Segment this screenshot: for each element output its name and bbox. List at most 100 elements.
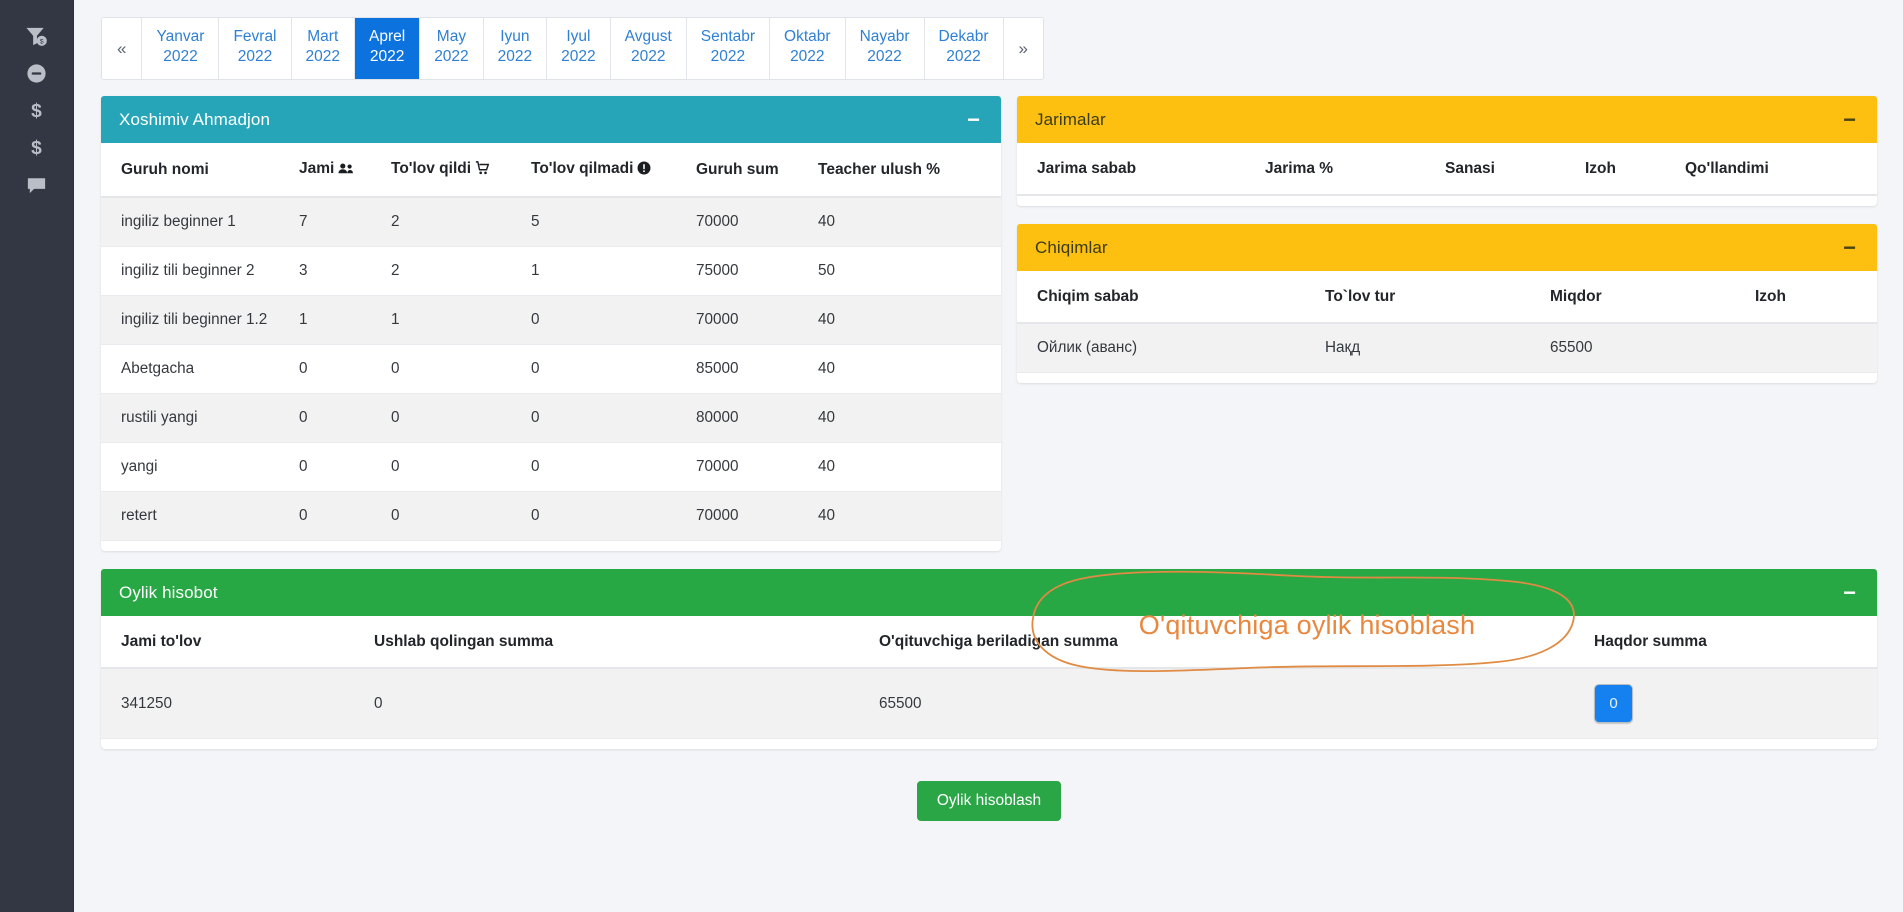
month-tab-avgust[interactable]: Avgust 2022 <box>610 18 687 79</box>
month-year: 2022 <box>710 48 746 65</box>
cell-group: yangi <box>101 442 291 492</box>
col-oqituvchiga-beriladigan: O'qituvchiga beriladigan summa <box>871 616 1586 669</box>
col-izoh: Izoh <box>1747 271 1877 324</box>
month-tab-aprel[interactable]: Aprel 2022 <box>355 18 421 79</box>
month-tab-fevral[interactable]: Fevral 2022 <box>219 18 292 79</box>
collapse-icon[interactable]: − <box>1840 581 1859 603</box>
col-haqdor-summa: Haqdor summa <box>1586 616 1877 669</box>
chiqimlar-card: Chiqimlar − Chiqim sabab To`lov tur Miqd… <box>1017 224 1877 383</box>
table-row[interactable]: rustili yangi 0 0 0 80000 40 <box>101 393 1001 443</box>
collapse-icon[interactable]: − <box>964 108 983 130</box>
cell-haqdor <box>1586 668 1877 739</box>
month-tab-mart[interactable]: Mart 2022 <box>291 18 355 79</box>
cell-jami: 0 <box>291 442 383 492</box>
cell-group: retert <box>101 491 291 541</box>
jarimalar-title: Jarimalar <box>1035 109 1106 129</box>
col-tolov-qildi: To'lov qildi <box>383 143 523 198</box>
col-tolov-tur: To`lov tur <box>1317 271 1542 324</box>
table-row[interactable]: ingiliz tili beginner 1.2 1 1 0 70000 40 <box>101 295 1001 345</box>
report-card-header: Oylik hisobot − <box>101 569 1877 616</box>
cell-share: 40 <box>810 344 1001 394</box>
sidebar-item-comment[interactable] <box>0 166 74 203</box>
table-row[interactable]: Ойлик (аванс) Нақд 65500 <box>1017 323 1877 373</box>
cell-share: 50 <box>810 246 1001 296</box>
footer-actions: Oylik hisoblash <box>101 781 1877 821</box>
col-label: Jami <box>299 160 335 177</box>
cell-unpaid: 0 <box>523 442 688 492</box>
table-row[interactable]: ingiliz tili beginner 2 3 2 1 75000 50 <box>101 246 1001 296</box>
report-table: Jami to'lov Ushlab qolingan summa O'qitu… <box>101 616 1877 739</box>
cell-jami: 0 <box>291 393 383 443</box>
month-name: Oktabr <box>784 28 831 45</box>
cell-share: 40 <box>810 393 1001 443</box>
cell-paid: 0 <box>383 393 523 443</box>
table-body: 341250 0 65500 <box>101 668 1877 739</box>
cell-group: Abetgacha <box>101 344 291 394</box>
month-tab-iyul[interactable]: Iyul 2022 <box>547 18 611 79</box>
cell-paid: 1 <box>383 295 523 345</box>
month-name: Avgust <box>624 28 672 45</box>
cell-paid: 0 <box>383 491 523 541</box>
month-prev-button[interactable]: « <box>102 18 143 79</box>
table-head: Jami to'lov Ushlab qolingan summa O'qitu… <box>101 616 1877 669</box>
cell-share: 40 <box>810 197 1001 247</box>
cell-chiqim-amount: 65500 <box>1542 323 1747 373</box>
month-tab-iyun[interactable]: Iyun 2022 <box>483 18 548 79</box>
sidebar-item-dollar-alt[interactable]: $ <box>0 129 74 166</box>
sidebar-item-minus-circle[interactable] <box>0 55 74 92</box>
collapse-icon[interactable]: − <box>1840 236 1859 258</box>
chiqimlar-table: Chiqim sabab To`lov tur Miqdor Izoh Ойли… <box>1017 271 1877 373</box>
table-row[interactable]: ingiliz beginner 1 7 2 5 70000 40 <box>101 197 1001 247</box>
right-column: Jarimalar − Jarima sabab Jarima % Sanasi… <box>1017 96 1877 673</box>
haqdor-summa-input[interactable] <box>1594 684 1633 723</box>
cell-unpaid: 0 <box>523 491 688 541</box>
month-tab-sentabr[interactable]: Sentabr 2022 <box>686 18 771 79</box>
chiqimlar-title: Chiqimlar <box>1035 237 1108 257</box>
table-row[interactable]: retert 0 0 0 70000 40 <box>101 491 1001 541</box>
month-name: Iyun <box>500 28 530 45</box>
month-year: 2022 <box>163 48 198 65</box>
cell-unpaid: 1 <box>523 246 688 296</box>
exclamation-circle-icon <box>637 161 651 180</box>
oylik-hisoblash-button[interactable]: Oylik hisoblash <box>916 781 1062 821</box>
collapse-icon[interactable]: − <box>1840 108 1859 130</box>
month-year: 2022 <box>790 48 825 65</box>
cell-chiqim-reason: Ойлик (аванс) <box>1017 323 1317 373</box>
month-tab-dekabr[interactable]: Dekabr 2022 <box>924 18 1004 79</box>
month-year: 2022 <box>630 48 666 65</box>
col-label: To'lov qilmadi <box>531 160 634 177</box>
sidebar-item-dollar[interactable]: $ <box>0 92 74 129</box>
cell-share: 40 <box>810 491 1001 541</box>
dollar-sign-icon: $ <box>25 99 48 122</box>
minus-circle-icon <box>25 62 48 85</box>
month-tab-may[interactable]: May 2022 <box>420 18 484 79</box>
funnel-dollar-icon: $ <box>25 25 48 48</box>
table-row[interactable]: 341250 0 65500 <box>101 668 1877 739</box>
table-row[interactable]: yangi 0 0 0 70000 40 <box>101 442 1001 492</box>
cell-ushlab-qolingan: 0 <box>366 668 871 739</box>
month-name: Iyul <box>566 28 591 45</box>
dollar-sign-alt-icon: $ <box>25 136 48 159</box>
cell-sum: 85000 <box>688 344 810 394</box>
month-name: Aprel <box>369 28 406 45</box>
sidebar-item-funnel-dollar[interactable]: $ <box>0 18 74 55</box>
table-row[interactable]: Abetgacha 0 0 0 85000 40 <box>101 344 1001 394</box>
month-name: Fevral <box>233 28 277 45</box>
month-year: 2022 <box>369 48 405 65</box>
cell-group: ingiliz beginner 1 <box>101 197 291 247</box>
cell-share: 40 <box>810 295 1001 345</box>
month-name: May <box>436 28 467 45</box>
month-next-button[interactable]: » <box>1003 18 1043 79</box>
svg-text:$: $ <box>40 38 44 45</box>
sidebar: $ $ $ <box>0 0 74 912</box>
month-pagination-wrap: « Yanvar 2022 Fevral 2022 Mart 2022 Apre… <box>74 0 1903 80</box>
cell-sum: 70000 <box>688 491 810 541</box>
month-pagination: « Yanvar 2022 Fevral 2022 Mart 2022 Apre… <box>101 17 1044 80</box>
month-tab-oktabr[interactable]: Oktabr 2022 <box>770 18 846 79</box>
report-title: Oylik hisobot <box>119 582 218 602</box>
col-label: Guruh sum <box>696 161 779 178</box>
month-year: 2022 <box>497 48 533 65</box>
users-icon <box>338 162 354 180</box>
month-tab-yanvar[interactable]: Yanvar 2022 <box>142 18 220 79</box>
month-tab-nayabr[interactable]: Nayabr 2022 <box>845 18 925 79</box>
